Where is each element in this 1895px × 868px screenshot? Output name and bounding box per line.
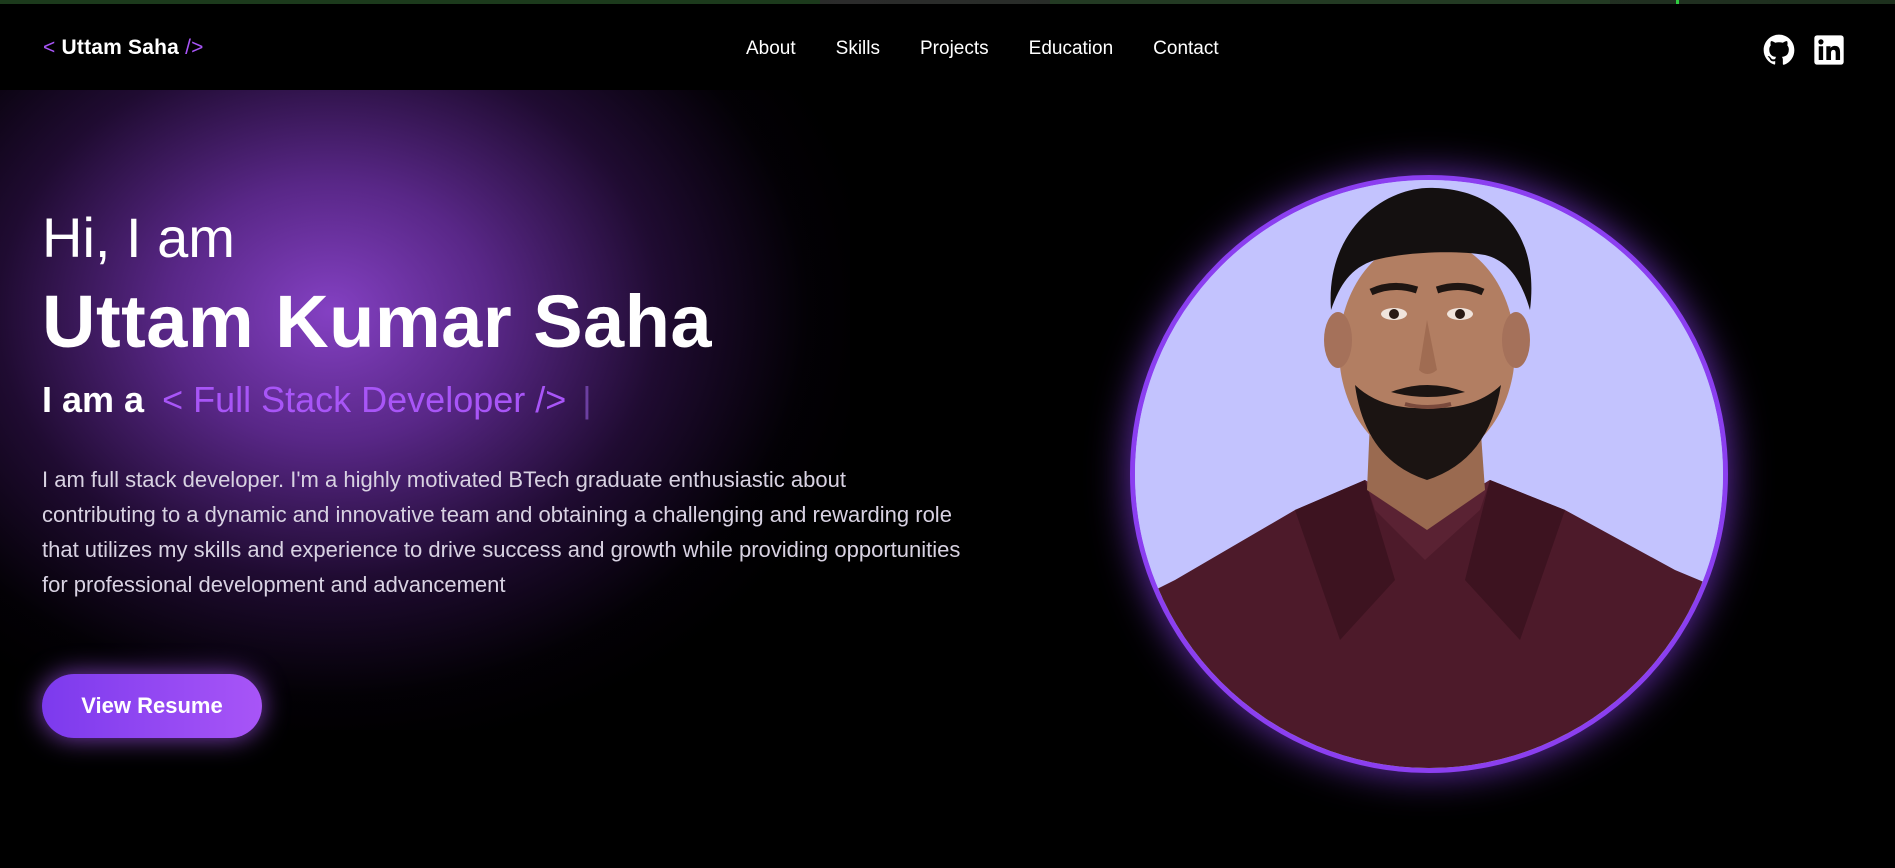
nav-link-contact[interactable]: Contact (1153, 38, 1218, 60)
nav-link-skills[interactable]: Skills (836, 38, 880, 60)
brand-open-bracket: < (43, 36, 56, 59)
profile-photo (1130, 175, 1728, 773)
nav-link-education[interactable]: Education (1029, 38, 1114, 60)
nav-link-about[interactable]: About (746, 38, 796, 60)
hero-role: I am a < Full Stack Developer /> | (42, 378, 592, 422)
role-prefix: I am a (42, 379, 145, 420)
nav-link-projects[interactable]: Projects (920, 38, 989, 60)
brand-logo[interactable]: < Uttam Saha /> (43, 36, 204, 60)
linkedin-icon[interactable] (1813, 34, 1845, 66)
hero-section: Hi, I am Uttam Kumar Saha I am a < Full … (0, 90, 1895, 868)
role-typewriter-text: < Full Stack Developer /> (162, 379, 567, 420)
brand-close-bracket: /> (185, 36, 204, 59)
hero-name: Uttam Kumar Saha (42, 280, 713, 363)
brand-name: Uttam Saha (61, 36, 180, 59)
hero-greeting: Hi, I am (42, 206, 235, 269)
hero-description: I am full stack developer. I'm a highly … (42, 467, 961, 597)
social-links (1763, 34, 1845, 66)
profile-portrait-illustration (1135, 180, 1723, 768)
view-resume-button[interactable]: View Resume (42, 674, 262, 738)
nav-links: About Skills Projects Education Contact (746, 38, 1259, 60)
navbar: < Uttam Saha /> About Skills Projects Ed… (0, 4, 1895, 90)
github-icon[interactable] (1763, 34, 1795, 66)
typing-caret: | (582, 379, 592, 420)
